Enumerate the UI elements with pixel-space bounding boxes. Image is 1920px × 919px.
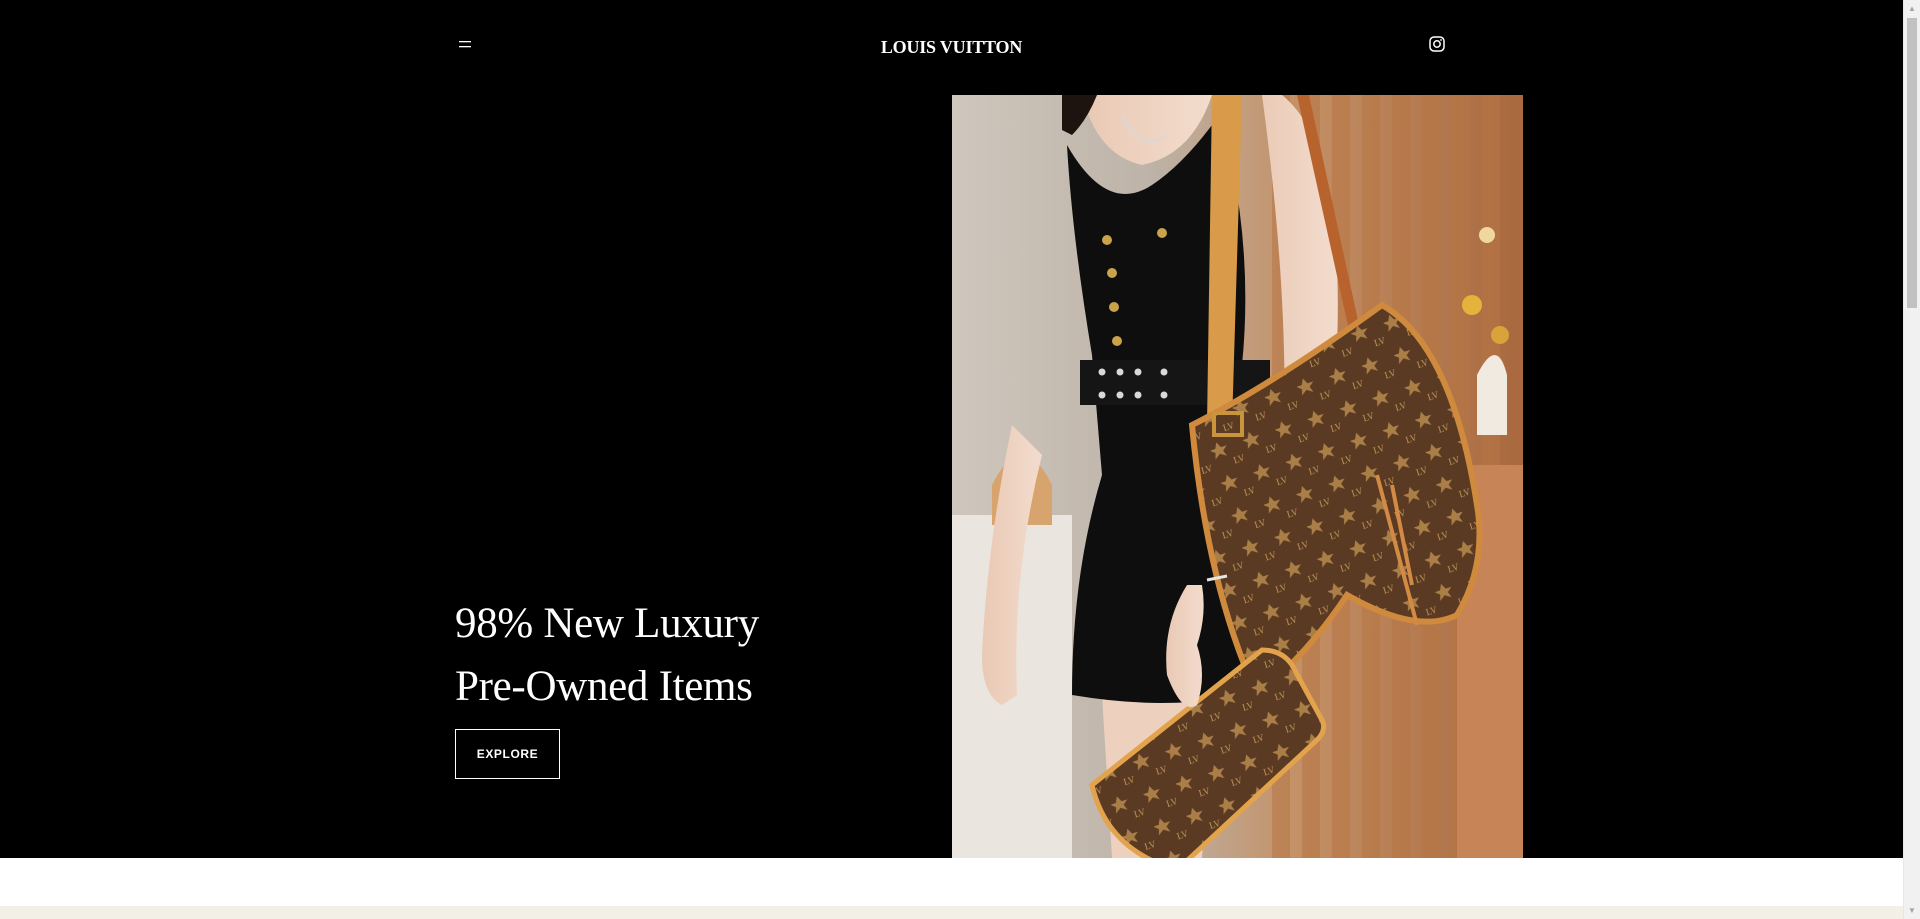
hero-heading: 98% New Luxury Pre-Owned Items <box>455 592 759 718</box>
instagram-icon <box>1429 36 1445 52</box>
content-section-top <box>0 858 1903 906</box>
scrollbar-thumb[interactable] <box>1907 18 1917 308</box>
page: LOUIS VUITTON 98% New Luxury Pre-Owned I… <box>0 0 1903 919</box>
scroll-down-arrow-icon[interactable]: ▼ <box>1904 902 1920 919</box>
vertical-scrollbar[interactable]: ▲ ▼ <box>1903 0 1920 919</box>
scroll-up-arrow-icon[interactable]: ▲ <box>1904 0 1920 17</box>
instagram-link[interactable] <box>1428 35 1446 53</box>
brand-logo-text[interactable]: LOUIS VUITTON <box>881 37 1022 57</box>
hero-heading-line-1: 98% New Luxury <box>455 600 759 647</box>
hamburger-menu-icon <box>459 41 471 48</box>
menu-button[interactable] <box>452 36 478 56</box>
hero-heading-line-2: Pre-Owned Items <box>455 663 753 710</box>
site-header: LOUIS VUITTON <box>0 0 1903 95</box>
hero-image-illustration: LV <box>952 95 1523 858</box>
hero-product-image: LV <box>952 95 1523 858</box>
content-section-beige <box>0 906 1903 919</box>
explore-button[interactable]: EXPLORE <box>455 729 560 779</box>
brand-logo: LOUIS VUITTON <box>0 37 1903 58</box>
